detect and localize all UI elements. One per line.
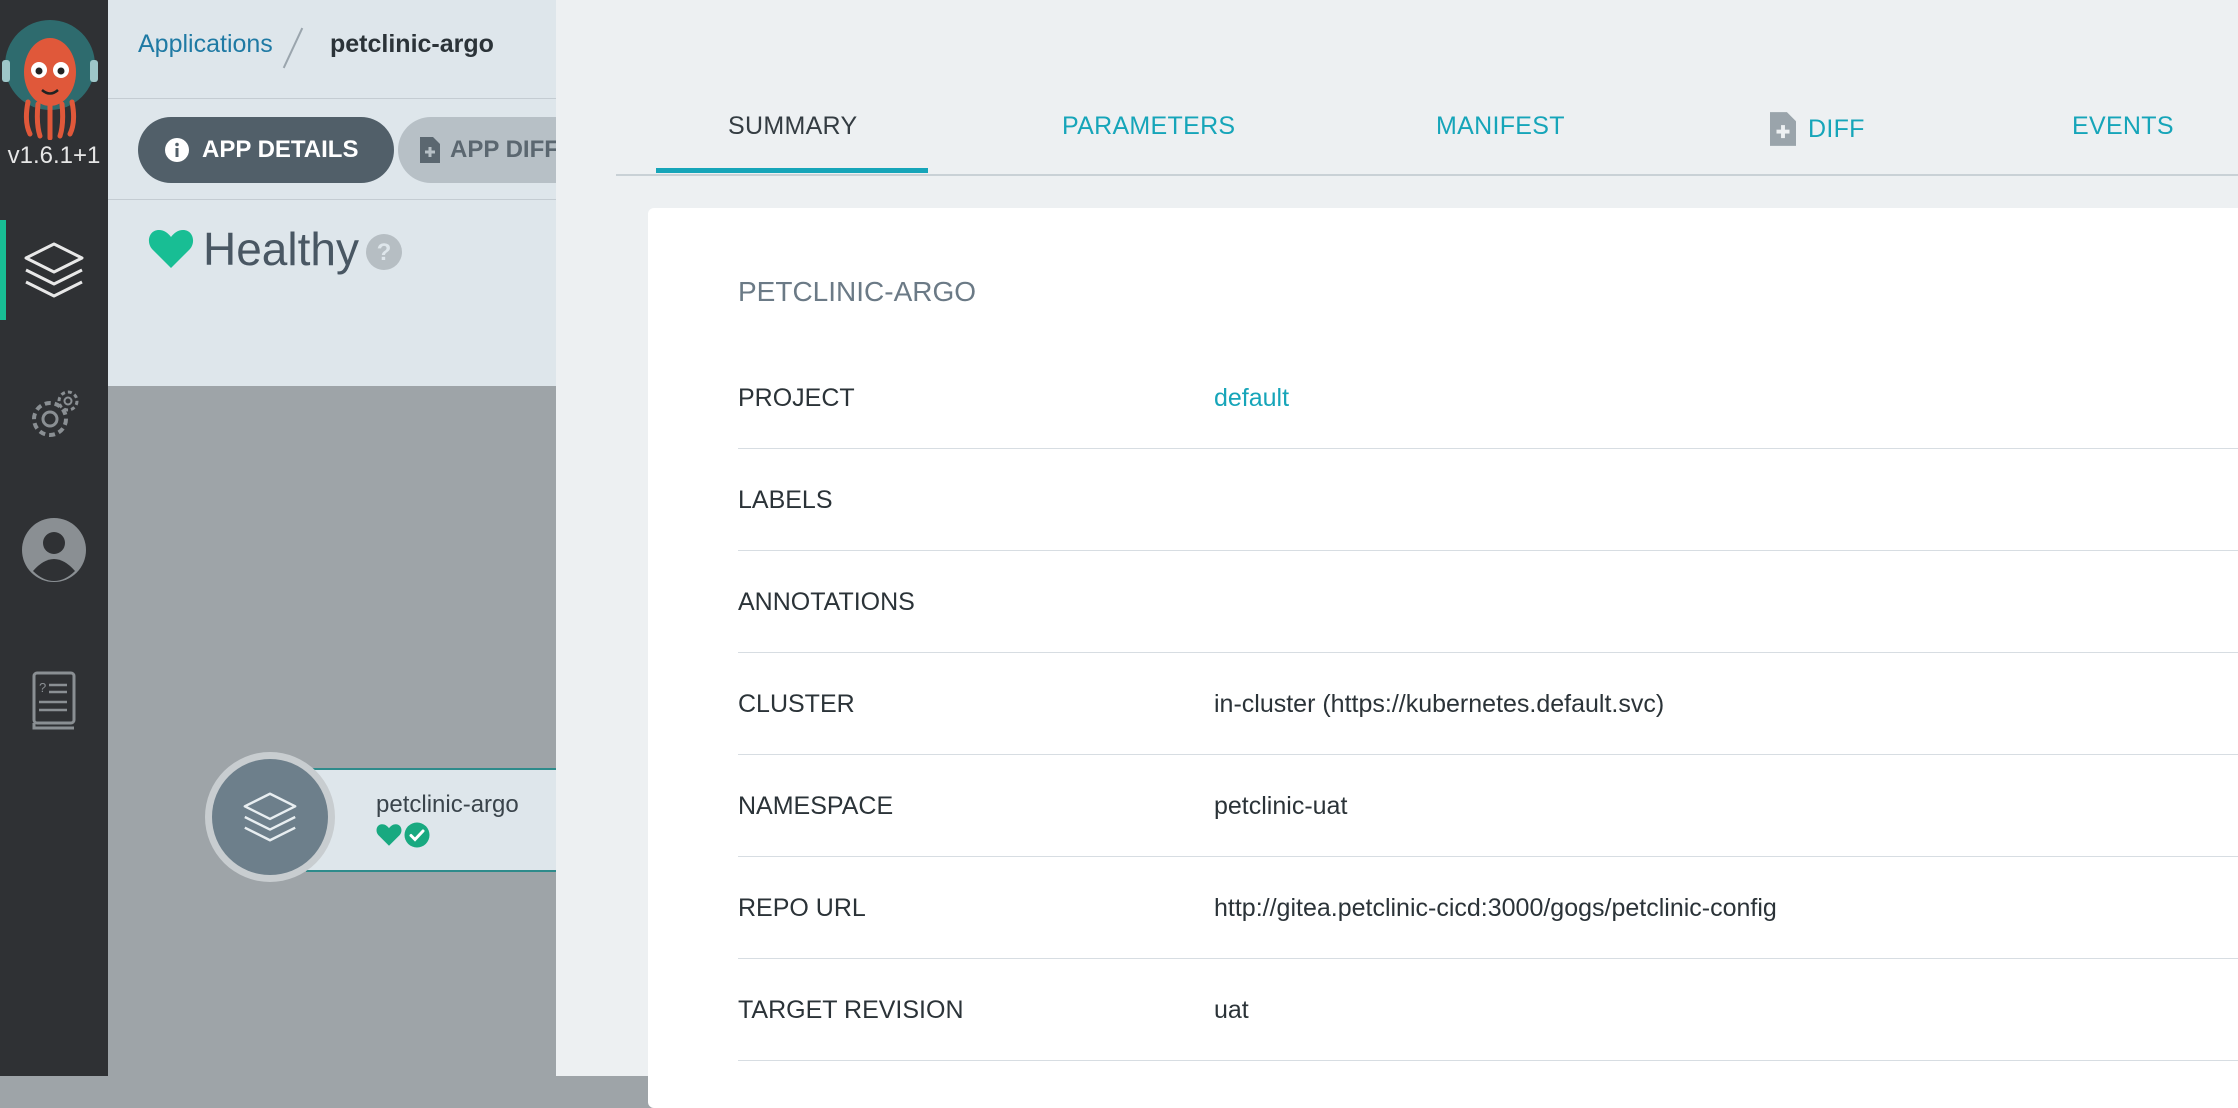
active-tab-underline xyxy=(656,168,928,173)
panel-tabs xyxy=(616,96,2238,176)
app-details-label: APP DETAILS xyxy=(202,136,359,163)
gear-icon xyxy=(32,390,79,437)
docs-book-icon: ? xyxy=(32,671,76,730)
app-details-button[interactable]: APP DETAILS xyxy=(138,117,394,183)
tab-parameters[interactable]: PARAMETERS xyxy=(1062,112,1235,141)
row-divider xyxy=(738,754,2238,755)
app-diff-label: APP DIFF xyxy=(450,136,559,163)
repo-url-value: http://gitea.petclinic-cicd:3000/gogs/pe… xyxy=(1214,894,1777,922)
cluster-value: in-cluster (https://kubernetes.default.s… xyxy=(1214,690,1665,718)
svg-text:?: ? xyxy=(377,239,392,266)
tab-diff[interactable]: DIFF xyxy=(1770,112,1865,146)
row-label-repo-url: REPO URL xyxy=(738,894,866,922)
layers-icon xyxy=(24,242,84,298)
summary-card xyxy=(648,208,2238,1108)
layers-icon xyxy=(243,792,297,842)
breadcrumb-applications[interactable]: Applications xyxy=(138,30,273,59)
breadcrumb-app-name: petclinic-argo xyxy=(330,30,494,58)
nav-settings[interactable] xyxy=(0,365,108,465)
info-icon xyxy=(165,138,189,162)
tab-summary-label: SUMMARY xyxy=(728,112,858,140)
version-label: v1.6.1+1 xyxy=(7,142,101,169)
heart-icon xyxy=(148,228,194,275)
app-graph-node[interactable] xyxy=(306,768,556,872)
row-label-cluster: CLUSTER xyxy=(738,690,855,718)
file-diff-icon xyxy=(420,137,440,163)
svg-text:?: ? xyxy=(39,680,46,695)
health-status: Healthy xyxy=(203,223,359,275)
nav-user-info[interactable] xyxy=(0,500,108,600)
row-divider xyxy=(738,448,2238,449)
nav-applications[interactable] xyxy=(0,220,108,320)
help-icon[interactable]: ? xyxy=(366,234,402,275)
row-label-namespace: NAMESPACE xyxy=(738,792,894,820)
tab-summary[interactable]: SUMMARY xyxy=(728,112,857,141)
row-divider xyxy=(738,958,2238,959)
node-name: petclinic-argo xyxy=(376,791,519,818)
file-diff-icon xyxy=(1770,112,1796,146)
tab-diff-label: DIFF xyxy=(1808,114,1865,143)
tab-parameters-label: PARAMETERS xyxy=(1062,112,1236,140)
row-divider xyxy=(738,1060,2238,1061)
node-icon[interactable] xyxy=(212,759,328,875)
nav-documentation[interactable]: ? xyxy=(0,650,108,750)
synced-check-icon xyxy=(404,822,430,853)
row-divider xyxy=(738,550,2238,551)
row-divider xyxy=(738,856,2238,857)
project-link[interactable]: default xyxy=(1214,384,1289,413)
row-label-target-revision: TARGET REVISION xyxy=(738,996,964,1024)
row-label-project: PROJECT xyxy=(738,384,855,412)
user-icon xyxy=(22,518,86,582)
tab-manifest[interactable]: MANIFEST xyxy=(1436,112,1565,141)
target-revision-value: uat xyxy=(1214,996,1249,1024)
argo-logo[interactable] xyxy=(0,10,100,141)
tab-events-label: EVENTS xyxy=(2072,112,2174,140)
namespace-value: petclinic-uat xyxy=(1214,792,1348,820)
row-label-labels: LABELS xyxy=(738,486,833,514)
app-title: PETCLINIC-ARGO xyxy=(738,276,977,307)
row-divider xyxy=(738,652,2238,653)
heart-icon xyxy=(376,823,402,852)
tab-events[interactable]: EVENTS xyxy=(2072,112,2174,141)
row-label-annotations: ANNOTATIONS xyxy=(738,588,915,616)
tab-manifest-label: MANIFEST xyxy=(1436,112,1565,140)
